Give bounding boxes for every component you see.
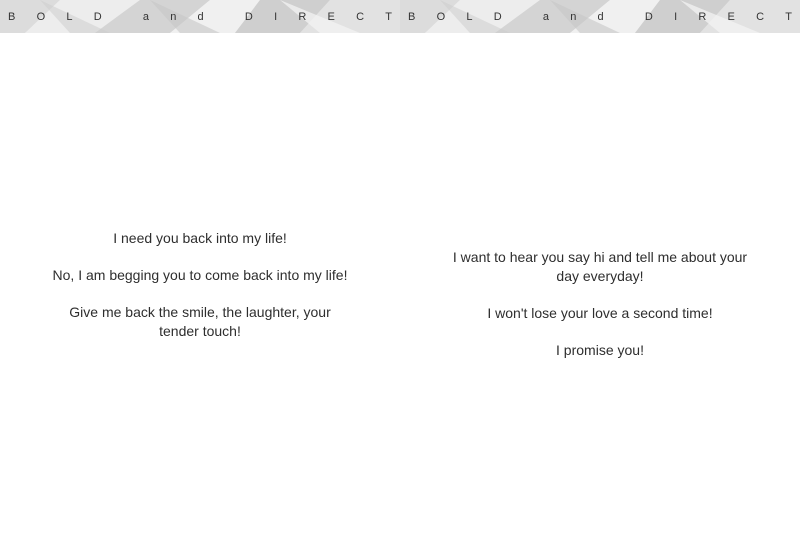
header-letter: D <box>244 10 253 23</box>
header-letter: L <box>466 10 473 23</box>
header-letter: E <box>327 10 335 23</box>
header-letter: I <box>674 10 678 23</box>
header-letter: D <box>93 10 102 23</box>
paragraph: No, I am begging you to come back into m… <box>52 267 348 283</box>
header-title-left: B O L D a n d D I R E C T <box>0 0 400 33</box>
left-page-text: I need you back into my life! No, I am b… <box>50 229 350 359</box>
header-letter: n <box>570 10 577 23</box>
paragraph: I want to hear you say hi and tell me ab… <box>452 249 748 284</box>
header-letter: R <box>298 10 307 23</box>
header-letter: I <box>274 10 278 23</box>
header-letter: B <box>8 10 16 23</box>
header-letter: O <box>436 10 446 23</box>
header-letter: d <box>197 10 204 23</box>
right-page: B O L D a n d D I R E C T I want to hear… <box>400 0 800 560</box>
paragraph: Give me back the smile, the laughter, yo… <box>69 304 331 339</box>
header-letter: D <box>644 10 653 23</box>
paragraph: I promise you! <box>556 342 644 358</box>
header-title-right: B O L D a n d D I R E C T <box>400 0 800 33</box>
header-letter: n <box>170 10 177 23</box>
header-letter: L <box>66 10 73 23</box>
header-letter: C <box>756 10 765 23</box>
paragraph: I won't lose your love a second time! <box>487 305 713 321</box>
header-letter: a <box>542 10 549 23</box>
header-letter: T <box>385 10 392 23</box>
book-spread: B O L D a n d D I R E C T I need you bac… <box>0 0 800 560</box>
header-letter: a <box>142 10 149 23</box>
right-page-text: I want to hear you say hi and tell me ab… <box>450 248 750 378</box>
header-band-left: B O L D a n d D I R E C T <box>0 0 400 33</box>
header-letter: C <box>356 10 365 23</box>
header-letter: T <box>785 10 792 23</box>
header-letter: d <box>597 10 604 23</box>
header-letter: D <box>493 10 502 23</box>
header-band-right: B O L D a n d D I R E C T <box>400 0 800 33</box>
paragraph: I need you back into my life! <box>113 230 287 246</box>
header-letter: R <box>698 10 707 23</box>
header-letter: O <box>36 10 46 23</box>
left-page: B O L D a n d D I R E C T I need you bac… <box>0 0 400 560</box>
header-letter: E <box>727 10 735 23</box>
header-letter: B <box>408 10 416 23</box>
